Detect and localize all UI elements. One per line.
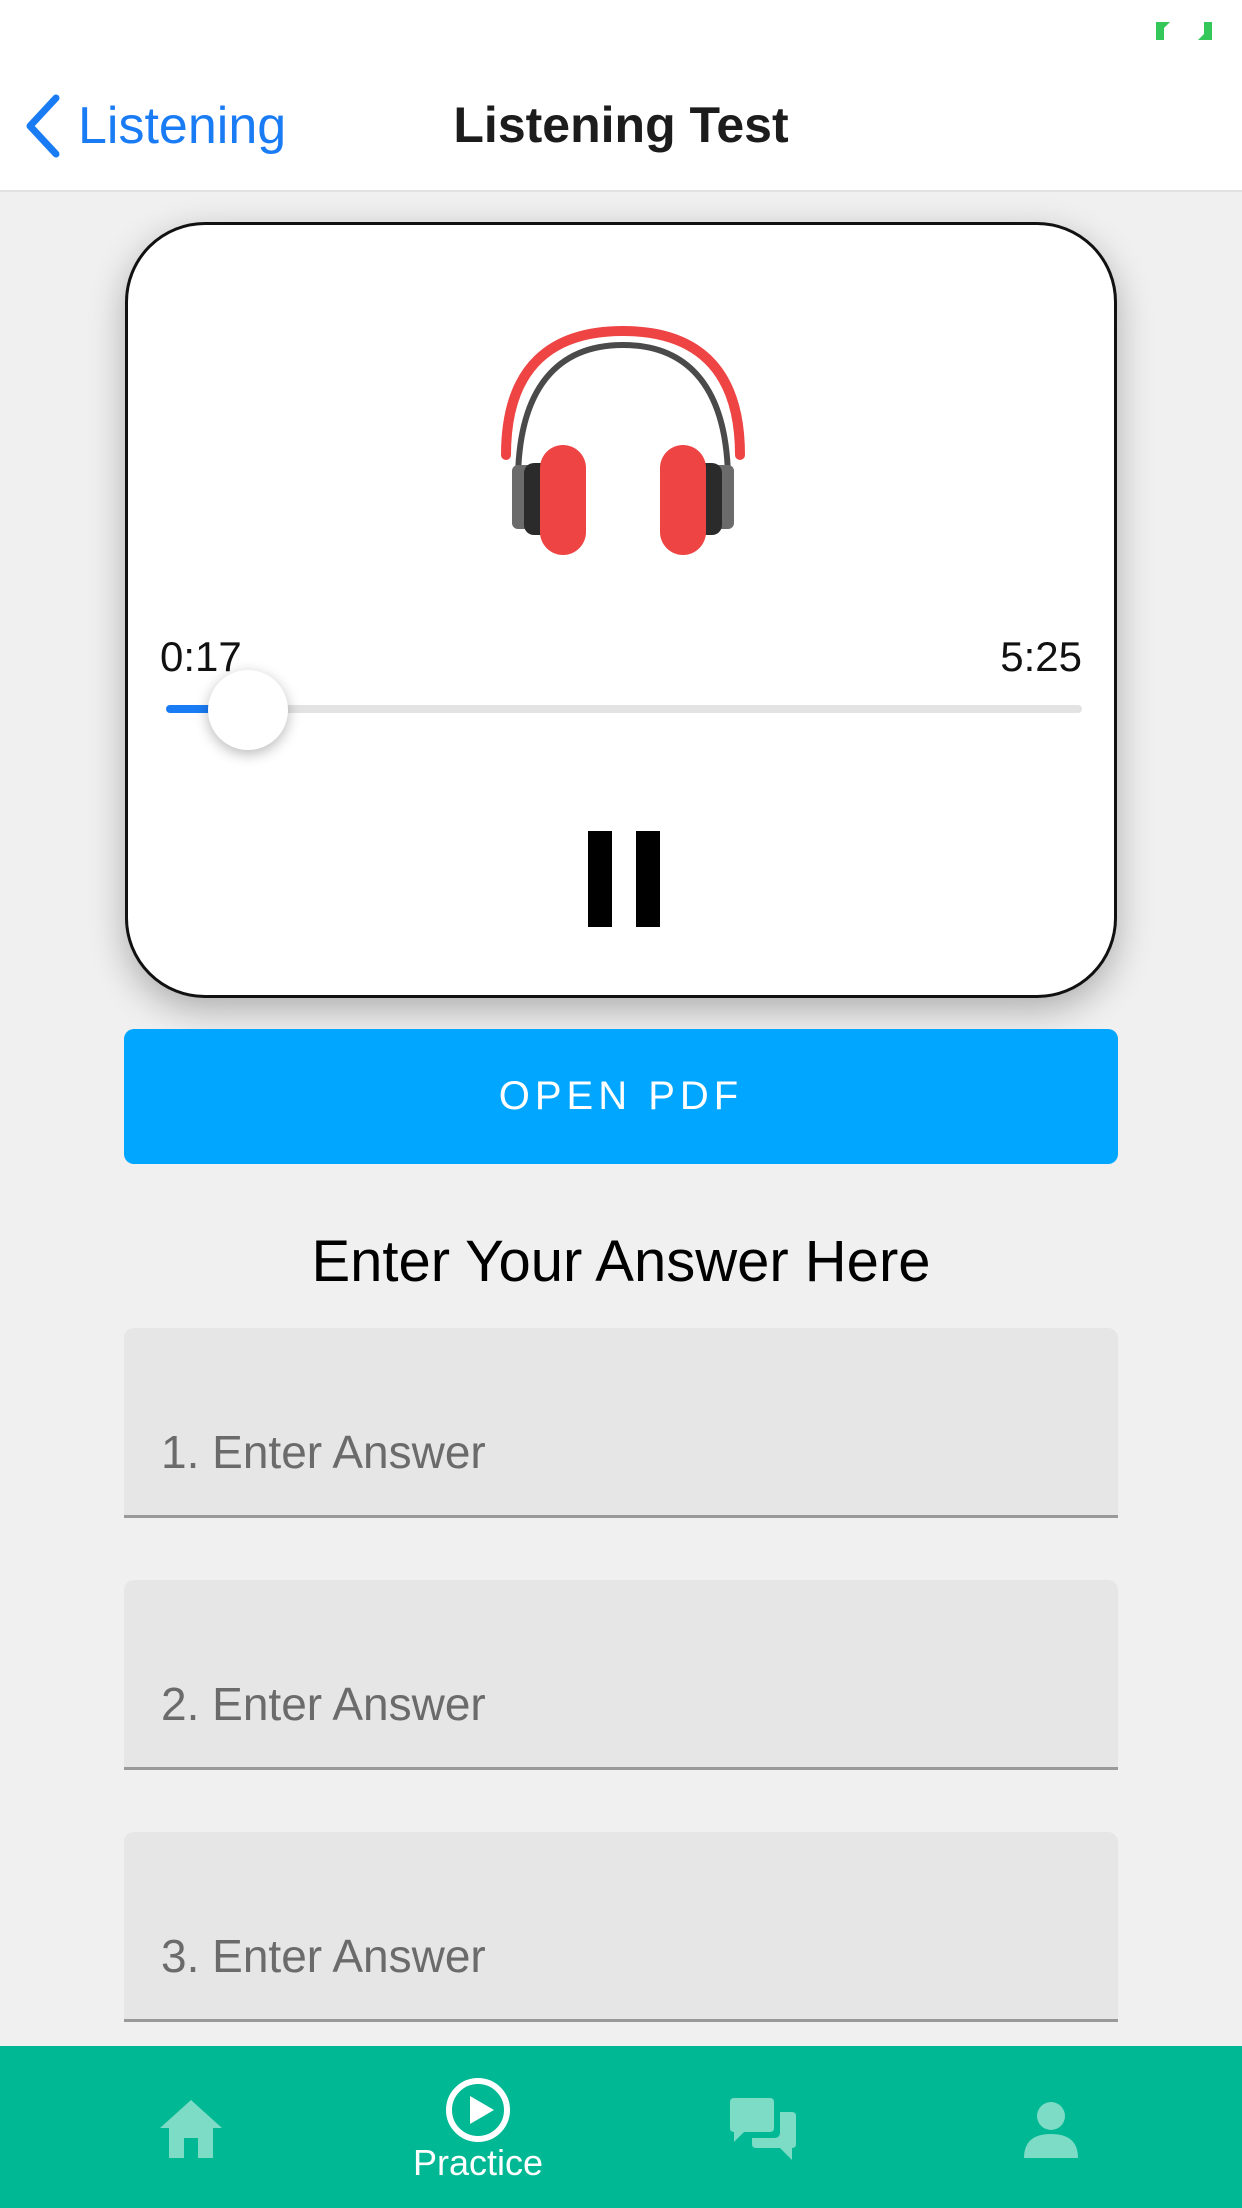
answer-input-3[interactable] — [124, 1832, 1118, 2019]
page-title: Listening Test — [453, 97, 789, 153]
tab-practice-label: Practice — [412, 2142, 544, 2183]
answer-field-3 — [124, 1832, 1118, 2022]
answers-heading: Enter Your Answer Here — [311, 1229, 931, 1294]
answer-field-2 — [124, 1580, 1118, 1770]
pause-button[interactable] — [584, 831, 664, 931]
answer-field-1 — [124, 1328, 1118, 1518]
chat-icon — [730, 2098, 796, 2160]
playback-slider[interactable] — [166, 665, 1082, 755]
battery-status-icon — [1156, 22, 1212, 40]
navigation-bar: Listening Listening Test — [0, 60, 1242, 192]
pause-icon — [588, 831, 612, 927]
answer-input-2[interactable] — [124, 1580, 1118, 1767]
slider-thumb[interactable] — [208, 670, 289, 750]
status-bar — [0, 0, 1242, 60]
audio-player-card: 0:17 5:25 — [125, 222, 1117, 998]
tab-practice[interactable]: Practice — [328, 2046, 628, 2208]
home-icon — [160, 2100, 222, 2158]
person-icon — [1024, 2102, 1078, 2158]
tab-home[interactable] — [40, 2046, 340, 2208]
play-circle-icon — [446, 2078, 510, 2142]
slider-track — [166, 705, 1082, 713]
tab-profile[interactable] — [904, 2046, 1204, 2208]
headphones-icon — [501, 325, 745, 555]
open-pdf-button[interactable]: OPEN PDF — [124, 1029, 1118, 1164]
answer-input-1[interactable] — [124, 1328, 1118, 1515]
tab-chat[interactable] — [612, 2046, 912, 2208]
bottom-tab-bar: Practice — [0, 2046, 1242, 2208]
